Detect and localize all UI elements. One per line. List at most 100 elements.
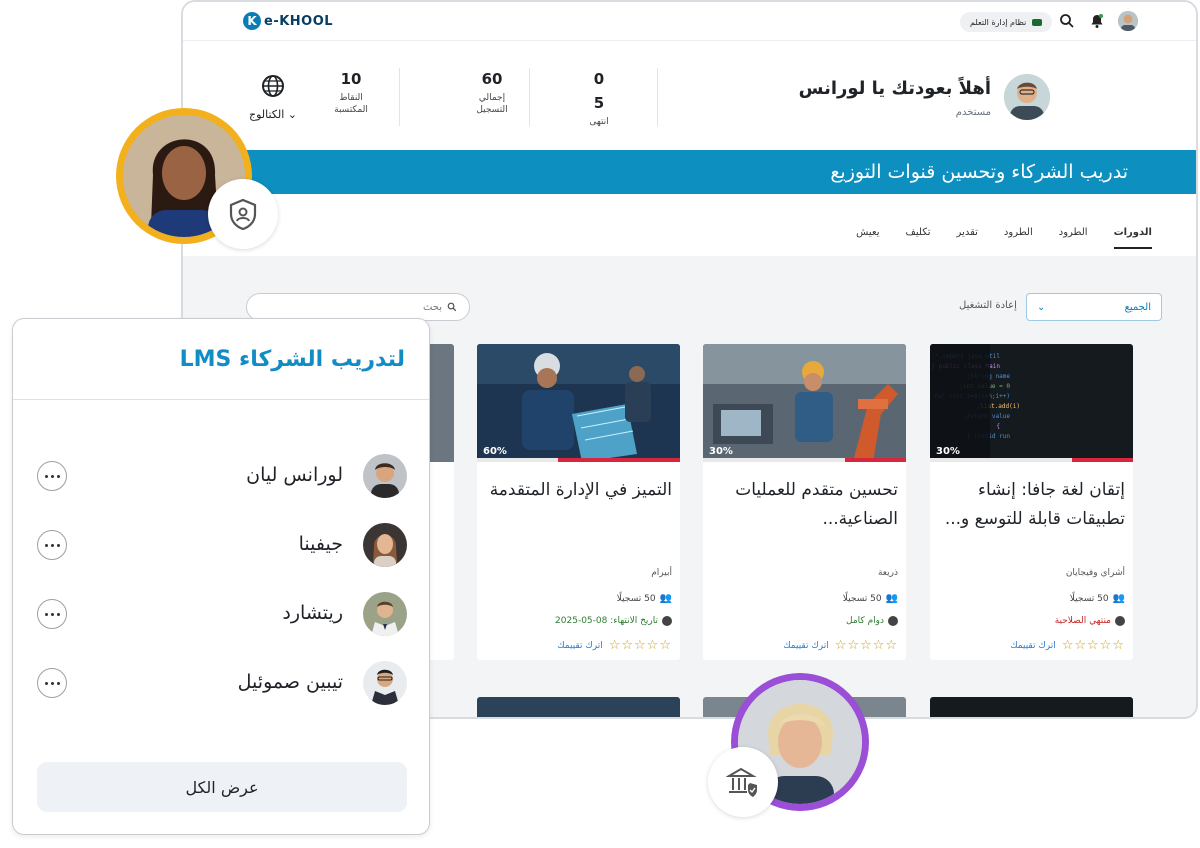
dot-icon xyxy=(44,681,48,685)
stat-points-value: 10 xyxy=(340,70,362,88)
enrollment-count: 50 تسجيلًا xyxy=(842,593,882,604)
stat-enrollment-label: إجمالي التسجيل xyxy=(476,93,508,115)
progress-percent: 30% xyxy=(936,446,960,457)
view-all-button[interactable]: عرض الكل xyxy=(37,762,407,812)
clock-icon xyxy=(888,616,898,626)
enrollment-count: 50 تسجيلًا xyxy=(616,593,656,604)
course-card[interactable]: 30% تحسين متقدم للعمليات الصناعية... ذري… xyxy=(703,344,906,660)
progress-percent: 60% xyxy=(483,446,507,457)
logo[interactable]: K e-KHOOL xyxy=(243,12,333,30)
lms-switch-pill[interactable]: نظام إدارة التعلم xyxy=(960,12,1053,32)
leave-rating-link[interactable]: اترك تقييمك xyxy=(783,641,829,651)
profile-avatar xyxy=(1004,74,1050,120)
course-title[interactable]: تحسين متقدم للعمليات الصناعية... xyxy=(712,476,898,534)
more-options-button[interactable] xyxy=(37,599,67,629)
course-status: تاريخ الانتهاء: 08-05-2025 xyxy=(555,616,672,626)
panel-title: لتدريب الشركاء LMS xyxy=(179,347,405,372)
rating-row: ☆☆☆☆☆ اترك تقييمك xyxy=(1010,638,1125,653)
reset-button[interactable]: إعادة التشغيل xyxy=(959,300,1017,311)
course-title[interactable]: إتقان لغة جافا: إنشاء تطبيقات قابلة للتو… xyxy=(939,476,1125,534)
progress-bar xyxy=(930,458,1133,462)
stat-zero-value: 0 xyxy=(593,70,605,88)
course-title[interactable]: التميز في الإدارة المتقدمة xyxy=(486,476,672,505)
stat-points-label: النقاط المكتسبة xyxy=(334,93,368,115)
more-options-button[interactable] xyxy=(37,461,67,491)
leave-rating-link[interactable]: اترك تقييمك xyxy=(1010,641,1056,651)
catalog-button[interactable]: الكتالوج ⌄ xyxy=(249,74,297,121)
stat-points: 10 النقاط المكتسبة xyxy=(321,70,381,116)
stat-total-enrollment: 60 إجمالي التسجيل xyxy=(467,70,517,116)
dot-icon xyxy=(50,474,54,478)
status-text: منتهي الصلاحية xyxy=(1054,616,1111,626)
tab-bar: الدورات الطرود الطرود تقدير تكليف يعيش xyxy=(856,227,1152,249)
course-card[interactable]: import java.util.*; public class Main { … xyxy=(930,344,1133,660)
search-placeholder: بحث xyxy=(422,301,442,313)
tab-packages-2[interactable]: الطرود xyxy=(1004,227,1033,249)
course-status: منتهي الصلاحية xyxy=(1055,616,1125,626)
stat-enrollment-value: 60 xyxy=(481,70,503,88)
leave-rating-link[interactable]: اترك تقييمك xyxy=(557,641,603,651)
stat-divider xyxy=(399,68,400,126)
clock-icon xyxy=(1115,616,1125,626)
shield-user-icon xyxy=(229,198,257,230)
dot-icon xyxy=(50,681,54,685)
status-text: دوام كامل xyxy=(846,616,884,626)
star-rating-input[interactable]: ☆☆☆☆☆ xyxy=(1062,638,1125,653)
people-icon: 👥 xyxy=(1112,593,1125,604)
logo-text: e-KHOOL xyxy=(264,13,334,29)
search-input[interactable]: بحث xyxy=(246,293,470,321)
more-options-button[interactable] xyxy=(37,530,67,560)
stat-completed: 0 5 انتهى xyxy=(579,70,619,128)
course-enrollment: 👥 50 تسجيلًا xyxy=(843,593,898,604)
bank-shield-icon xyxy=(726,767,757,797)
filter-value: الجميع xyxy=(1124,301,1151,313)
avatar xyxy=(363,661,407,705)
user-role: مستخدم xyxy=(955,107,991,118)
star-rating-input[interactable]: ☆☆☆☆☆ xyxy=(835,638,898,653)
dot-icon xyxy=(56,612,60,616)
person-name: ريتشارد xyxy=(282,602,343,624)
notification-bell-icon[interactable] xyxy=(1089,13,1105,29)
enrollment-count: 50 تسجيلًا xyxy=(1069,593,1109,604)
globe-icon xyxy=(262,75,284,97)
stat-divider xyxy=(529,68,530,126)
people-icon: 👥 xyxy=(659,593,672,604)
tab-packages[interactable]: الطرود xyxy=(1059,227,1088,249)
stat-completed-label: انتهى xyxy=(589,117,609,127)
banner-title: تدريب الشركاء وتحسين قنوات التوزيع xyxy=(830,161,1128,183)
avatar xyxy=(363,523,407,567)
catalog-label: الكتالوج ⌄ xyxy=(249,108,297,121)
person-name: جيفينا xyxy=(298,533,343,555)
tab-courses[interactable]: الدورات xyxy=(1113,227,1152,249)
list-item[interactable]: تيبين صموئيل xyxy=(37,661,407,707)
dot-icon xyxy=(50,543,54,547)
person-name: تيبين صموئيل xyxy=(237,671,343,693)
search-icon[interactable] xyxy=(1059,13,1075,29)
course-author: ذريعة xyxy=(877,568,898,578)
partner-list-panel: لتدريب الشركاء LMS لورانس ليان جيفينا ري… xyxy=(12,318,430,835)
course-enrollment: 👥 50 تسجيلًا xyxy=(1070,593,1125,604)
welcome-block: أهلاً بعودتك يا لورانس مستخدم xyxy=(799,78,991,118)
list-item[interactable]: جيفينا xyxy=(37,523,407,569)
catalog-text: الكتالوج xyxy=(249,108,285,121)
progress-percent: 30% xyxy=(709,446,733,457)
user-avatar[interactable] xyxy=(1118,11,1138,31)
graduation-cap-icon xyxy=(1032,18,1043,26)
star-rating-input[interactable]: ☆☆☆☆☆ xyxy=(609,638,672,653)
tab-assignment[interactable]: تكليف xyxy=(906,227,931,249)
tab-evaluation[interactable]: تقدير xyxy=(957,227,978,249)
more-options-button[interactable] xyxy=(37,668,67,698)
top-bar: K e-KHOOL نظام إدارة التعلم xyxy=(183,2,1196,41)
list-item[interactable]: لورانس ليان xyxy=(37,454,407,500)
dot-icon xyxy=(44,612,48,616)
dot-icon xyxy=(56,681,60,685)
course-status: دوام كامل xyxy=(846,616,898,626)
category-filter-select[interactable]: الجميع ⌄ xyxy=(1026,293,1162,321)
tab-live[interactable]: يعيش xyxy=(856,227,879,249)
status-text: تاريخ الانتهاء: 08-05-2025 xyxy=(555,616,658,626)
dot-icon xyxy=(56,543,60,547)
chevron-down-icon: ⌄ xyxy=(287,108,298,121)
list-item[interactable]: ريتشارد xyxy=(37,592,407,638)
course-card[interactable]: 60% التميز في الإدارة المتقدمة أبيرام 👥 … xyxy=(477,344,680,660)
stat-divider xyxy=(657,68,658,126)
